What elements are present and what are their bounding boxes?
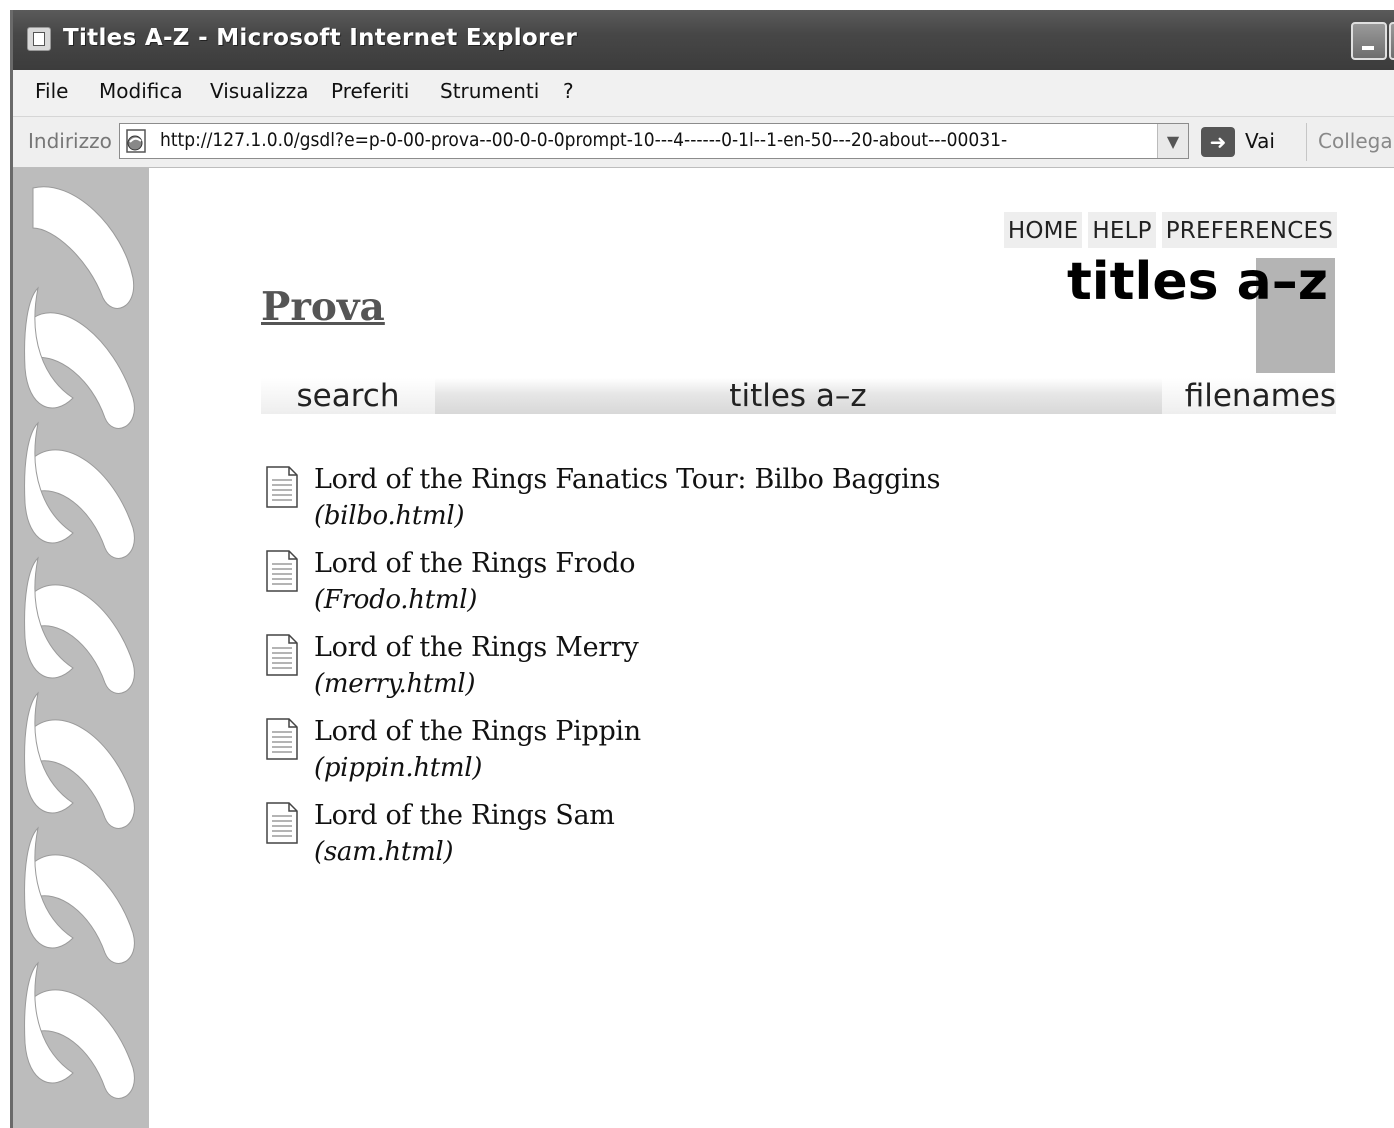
chevron-down-icon[interactable]: ▼ bbox=[1157, 124, 1188, 158]
title-bar[interactable]: Titles A-Z - Microsoft Internet Explorer bbox=[13, 10, 1394, 70]
go-button-label[interactable]: Vai bbox=[1245, 129, 1275, 153]
tab-search[interactable]: search bbox=[261, 378, 435, 414]
top-nav: HOME HELP PREFERENCES bbox=[1003, 212, 1337, 248]
list-item: Lord of the Rings Frodo (Frodo.html) bbox=[265, 540, 1165, 624]
collection-navbar: search titles a–z filenames bbox=[261, 378, 1336, 414]
menu-strumenti[interactable]: Strumenti bbox=[440, 79, 539, 103]
page-icon bbox=[126, 129, 146, 153]
result-filename: (Frodo.html) bbox=[314, 585, 478, 615]
document-icon[interactable] bbox=[265, 802, 299, 844]
tab-titles-az: titles a–z bbox=[729, 378, 867, 414]
result-filename: (pippin.html) bbox=[314, 753, 483, 783]
home-link[interactable]: HOME bbox=[1003, 212, 1083, 248]
list-item: Lord of the Rings Fanatics Tour: Bilbo B… bbox=[265, 456, 1165, 540]
address-field[interactable]: http://127.1.0.0/gsdl?e=p-0-00-prova--00… bbox=[119, 123, 1189, 159]
document-icon[interactable] bbox=[265, 466, 299, 508]
results-list: Lord of the Rings Fanatics Tour: Bilbo B… bbox=[265, 456, 1165, 876]
menu-file[interactable]: File bbox=[35, 79, 68, 103]
result-title[interactable]: Lord of the Rings Frodo bbox=[314, 548, 636, 579]
result-title[interactable]: Lord of the Rings Fanatics Tour: Bilbo B… bbox=[314, 464, 940, 495]
page-title: titles a–z bbox=[1066, 252, 1328, 312]
menu-modifica[interactable]: Modifica bbox=[99, 79, 183, 103]
maximize-button[interactable] bbox=[1389, 22, 1394, 60]
toolbar-divider bbox=[1306, 123, 1307, 161]
list-item: Lord of the Rings Sam (sam.html) bbox=[265, 792, 1165, 876]
result-filename: (sam.html) bbox=[314, 837, 454, 867]
links-toolbar-label[interactable]: Collegamenti bbox=[1318, 129, 1394, 153]
ie-page-icon bbox=[27, 27, 51, 51]
collection-title-link[interactable]: Prova bbox=[261, 284, 385, 330]
result-title[interactable]: Lord of the Rings Sam bbox=[314, 800, 615, 831]
result-filename: (bilbo.html) bbox=[314, 501, 465, 531]
document-icon[interactable] bbox=[265, 634, 299, 676]
tab-filenames[interactable]: filenames bbox=[1162, 378, 1336, 414]
address-bar: Indirizzo http://127.1.0.0/gsdl?e=p-0-00… bbox=[13, 117, 1394, 168]
result-title[interactable]: Lord of the Rings Merry bbox=[314, 632, 639, 663]
browser-window: Titles A-Z - Microsoft Internet Explorer… bbox=[10, 10, 1394, 1128]
braid-decoration bbox=[13, 168, 149, 1128]
list-item: Lord of the Rings Merry (merry.html) bbox=[265, 624, 1165, 708]
menu-bar: File Modifica Visualizza Preferiti Strum… bbox=[13, 70, 1394, 117]
document-icon[interactable] bbox=[265, 718, 299, 760]
address-label: Indirizzo bbox=[28, 129, 112, 153]
menu-preferiti[interactable]: Preferiti bbox=[331, 79, 409, 103]
page-content: HOME HELP PREFERENCES titles a–z Prova s… bbox=[13, 168, 1394, 1128]
preferences-link[interactable]: PREFERENCES bbox=[1161, 212, 1337, 248]
document-icon[interactable] bbox=[265, 550, 299, 592]
window-title: Titles A-Z - Microsoft Internet Explorer bbox=[63, 25, 578, 51]
help-link[interactable]: HELP bbox=[1088, 212, 1156, 248]
list-item: Lord of the Rings Pippin (pippin.html) bbox=[265, 708, 1165, 792]
menu-visualizza[interactable]: Visualizza bbox=[210, 79, 309, 103]
minimize-button[interactable] bbox=[1351, 22, 1387, 60]
menu-help[interactable]: ? bbox=[563, 79, 574, 103]
address-url[interactable]: http://127.1.0.0/gsdl?e=p-0-00-prova--00… bbox=[160, 129, 1150, 151]
result-filename: (merry.html) bbox=[314, 669, 476, 699]
go-arrow-icon[interactable]: ➜ bbox=[1201, 127, 1235, 157]
result-title[interactable]: Lord of the Rings Pippin bbox=[314, 716, 641, 747]
